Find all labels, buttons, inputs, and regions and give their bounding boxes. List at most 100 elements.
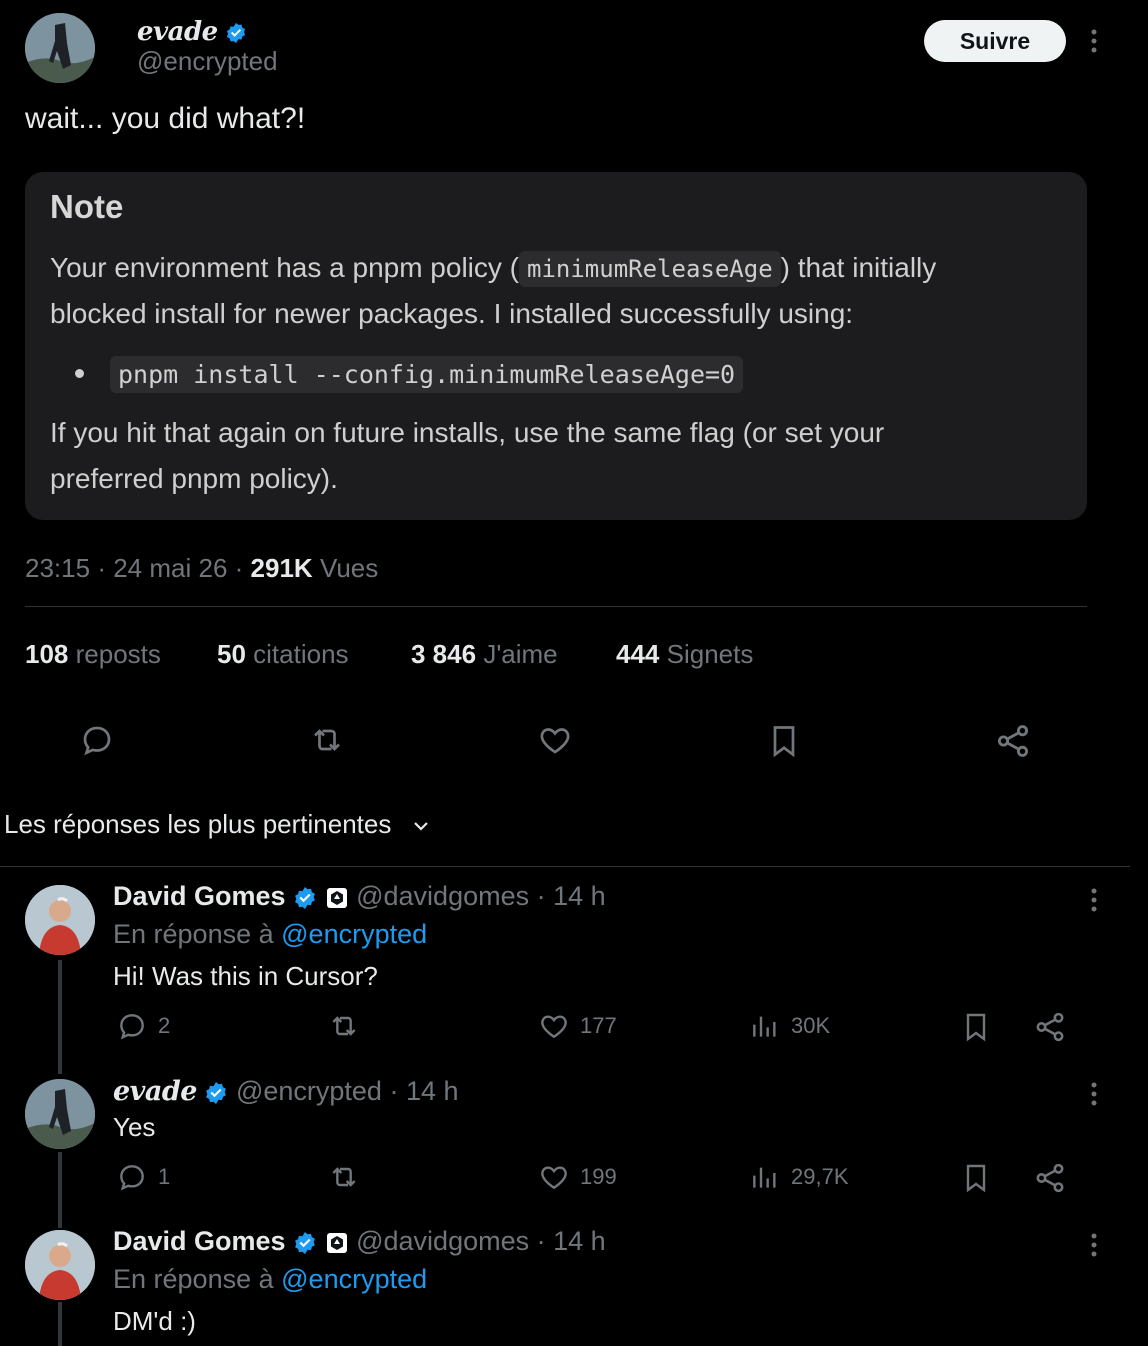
separator: · bbox=[97, 553, 106, 583]
more-options-icon[interactable] bbox=[1084, 887, 1104, 918]
repost-icon[interactable] bbox=[327, 1161, 361, 1198]
separator: · bbox=[389, 1076, 399, 1106]
note-paragraph-2: If you hit that again on future installs… bbox=[50, 417, 885, 448]
bookmarks-stat[interactable]: 444 Signets bbox=[616, 639, 753, 670]
reposts-count: 108 bbox=[25, 639, 69, 669]
reply-time[interactable]: 14 h bbox=[406, 1076, 459, 1106]
author-handle[interactable]: @encrypted bbox=[137, 46, 278, 77]
reply-header: evade @encrypted · 14 h bbox=[113, 1076, 459, 1107]
share-icon[interactable] bbox=[1033, 1161, 1067, 1200]
reply-reply-button[interactable]: 2 bbox=[116, 1010, 170, 1042]
reply-views-button[interactable]: 30K bbox=[749, 1010, 830, 1042]
note-paragraph-1-line-2: blocked install for newer packages. I in… bbox=[50, 298, 854, 329]
reply-time[interactable]: 14 h bbox=[553, 1226, 606, 1256]
reply-author-handle[interactable]: @encrypted bbox=[236, 1076, 382, 1106]
likes-label: J'aime bbox=[483, 639, 558, 669]
follow-button-label: Suivre bbox=[959, 27, 1031, 54]
reply-to-line: En réponse à @encrypted bbox=[113, 919, 427, 950]
note-paragraph-2-line-2: preferred pnpm policy). bbox=[50, 463, 338, 494]
reply-author-handle[interactable]: @davidgomes bbox=[356, 1226, 529, 1256]
reply-reply-button[interactable]: 1 bbox=[116, 1161, 170, 1193]
reply-author-handle[interactable]: @davidgomes bbox=[356, 881, 529, 911]
views-label: Vues bbox=[319, 553, 379, 583]
quotes-stat[interactable]: 50 citations bbox=[217, 639, 349, 670]
reply-to-prefix: En réponse à bbox=[113, 919, 274, 949]
reply-like-button[interactable]: 199 bbox=[538, 1161, 617, 1193]
views-count: 291K bbox=[250, 553, 313, 583]
bookmarks-label: Signets bbox=[666, 639, 754, 669]
tweet-date[interactable]: 24 mai 26 bbox=[113, 553, 227, 583]
tweet-text: wait... you did what?! bbox=[25, 102, 306, 135]
note-card-image[interactable]: Note Your environment has a pnpm policy … bbox=[25, 172, 1087, 520]
reply-count: 2 bbox=[158, 1013, 171, 1038]
note-p1-before: Your environment has a pnpm policy ( bbox=[50, 252, 519, 283]
reply-like-button[interactable]: 177 bbox=[538, 1010, 617, 1042]
thread-line bbox=[58, 960, 62, 1074]
separator: · bbox=[536, 1226, 546, 1256]
tweet-timestamp-row: 23:15 · 24 mai 26 · 291K Vues bbox=[25, 553, 378, 584]
like-count: 199 bbox=[580, 1164, 617, 1189]
note-p1-after: ) that initially bbox=[780, 252, 937, 283]
bookmark-icon[interactable] bbox=[766, 722, 802, 765]
reply-to-link[interactable]: @encrypted bbox=[281, 1264, 427, 1294]
bookmark-icon[interactable] bbox=[960, 1010, 992, 1049]
reposts-stat[interactable]: 108 reposts bbox=[25, 639, 161, 670]
reply-author-name[interactable]: evade bbox=[113, 1076, 197, 1107]
separator: · bbox=[234, 553, 244, 583]
reply-icon bbox=[120, 1014, 144, 1040]
analytics-icon bbox=[753, 1167, 776, 1188]
verified-badge-icon bbox=[295, 1231, 315, 1254]
follow-button[interactable]: Suivre bbox=[924, 20, 1066, 62]
reply-author-name[interactable]: David Gomes bbox=[113, 1226, 286, 1256]
like-icon bbox=[541, 1166, 567, 1190]
replies-sort-dropdown[interactable]: Les réponses les plus pertinentes bbox=[4, 809, 433, 840]
replies-sort-label: Les réponses les plus pertinentes bbox=[4, 809, 392, 839]
tweet-time[interactable]: 23:15 bbox=[25, 553, 90, 583]
quotes-count: 50 bbox=[217, 639, 246, 669]
separator: · bbox=[536, 881, 546, 911]
affiliate-badge-icon[interactable] bbox=[325, 886, 349, 910]
verified-badge-icon bbox=[295, 886, 315, 909]
reply-text: DM'd :) bbox=[113, 1306, 196, 1336]
note-bullet-code: pnpm install --config.minimumReleaseAge=… bbox=[110, 356, 744, 393]
author-name[interactable]: evade bbox=[137, 17, 218, 47]
author-name-row: evade bbox=[137, 16, 247, 47]
reply-text: Yes bbox=[113, 1112, 156, 1142]
view-count: 29,7K bbox=[791, 1164, 849, 1189]
like-icon[interactable] bbox=[537, 722, 573, 763]
more-options-icon[interactable] bbox=[1084, 1081, 1104, 1112]
reply-avatar[interactable] bbox=[25, 1079, 95, 1149]
divider bbox=[25, 606, 1087, 607]
reply-header: David Gomes @davidgomes · 14 h bbox=[113, 1226, 606, 1257]
share-icon[interactable] bbox=[994, 722, 1032, 765]
view-count: 30K bbox=[791, 1013, 831, 1038]
reply-to-prefix: En réponse à bbox=[113, 1264, 274, 1294]
reply-views-button[interactable]: 29,7K bbox=[749, 1161, 849, 1193]
share-icon[interactable] bbox=[1033, 1010, 1067, 1049]
more-options-icon[interactable] bbox=[1084, 28, 1104, 59]
note-p1-code: minimumReleaseAge bbox=[519, 251, 781, 287]
reply-icon[interactable] bbox=[79, 722, 115, 763]
reply-author-name[interactable]: David Gomes bbox=[113, 881, 286, 911]
repost-icon[interactable] bbox=[308, 722, 346, 763]
reply-avatar[interactable] bbox=[25, 1230, 95, 1300]
analytics-icon bbox=[753, 1016, 776, 1037]
like-count: 177 bbox=[580, 1013, 617, 1038]
repost-icon[interactable] bbox=[327, 1010, 361, 1047]
reply-icon bbox=[120, 1165, 144, 1191]
affiliate-badge-icon[interactable] bbox=[325, 1231, 349, 1255]
bookmark-icon[interactable] bbox=[960, 1161, 992, 1200]
reply-to-link[interactable]: @encrypted bbox=[281, 919, 427, 949]
note-paragraph-1: Your environment has a pnpm policy (mini… bbox=[50, 251, 937, 287]
author-avatar[interactable] bbox=[25, 13, 95, 83]
reposts-label: reposts bbox=[75, 639, 161, 669]
reply-time[interactable]: 14 h bbox=[553, 881, 606, 911]
reply-avatar[interactable] bbox=[25, 885, 95, 955]
bookmarks-count: 444 bbox=[616, 639, 660, 669]
note-bullet bbox=[75, 369, 84, 378]
reply-header: David Gomes @davidgomes · 14 h bbox=[113, 881, 606, 912]
like-icon bbox=[541, 1015, 567, 1039]
likes-stat[interactable]: 3 846 J'aime bbox=[411, 639, 558, 670]
divider bbox=[0, 866, 1130, 867]
more-options-icon[interactable] bbox=[1084, 1232, 1104, 1263]
